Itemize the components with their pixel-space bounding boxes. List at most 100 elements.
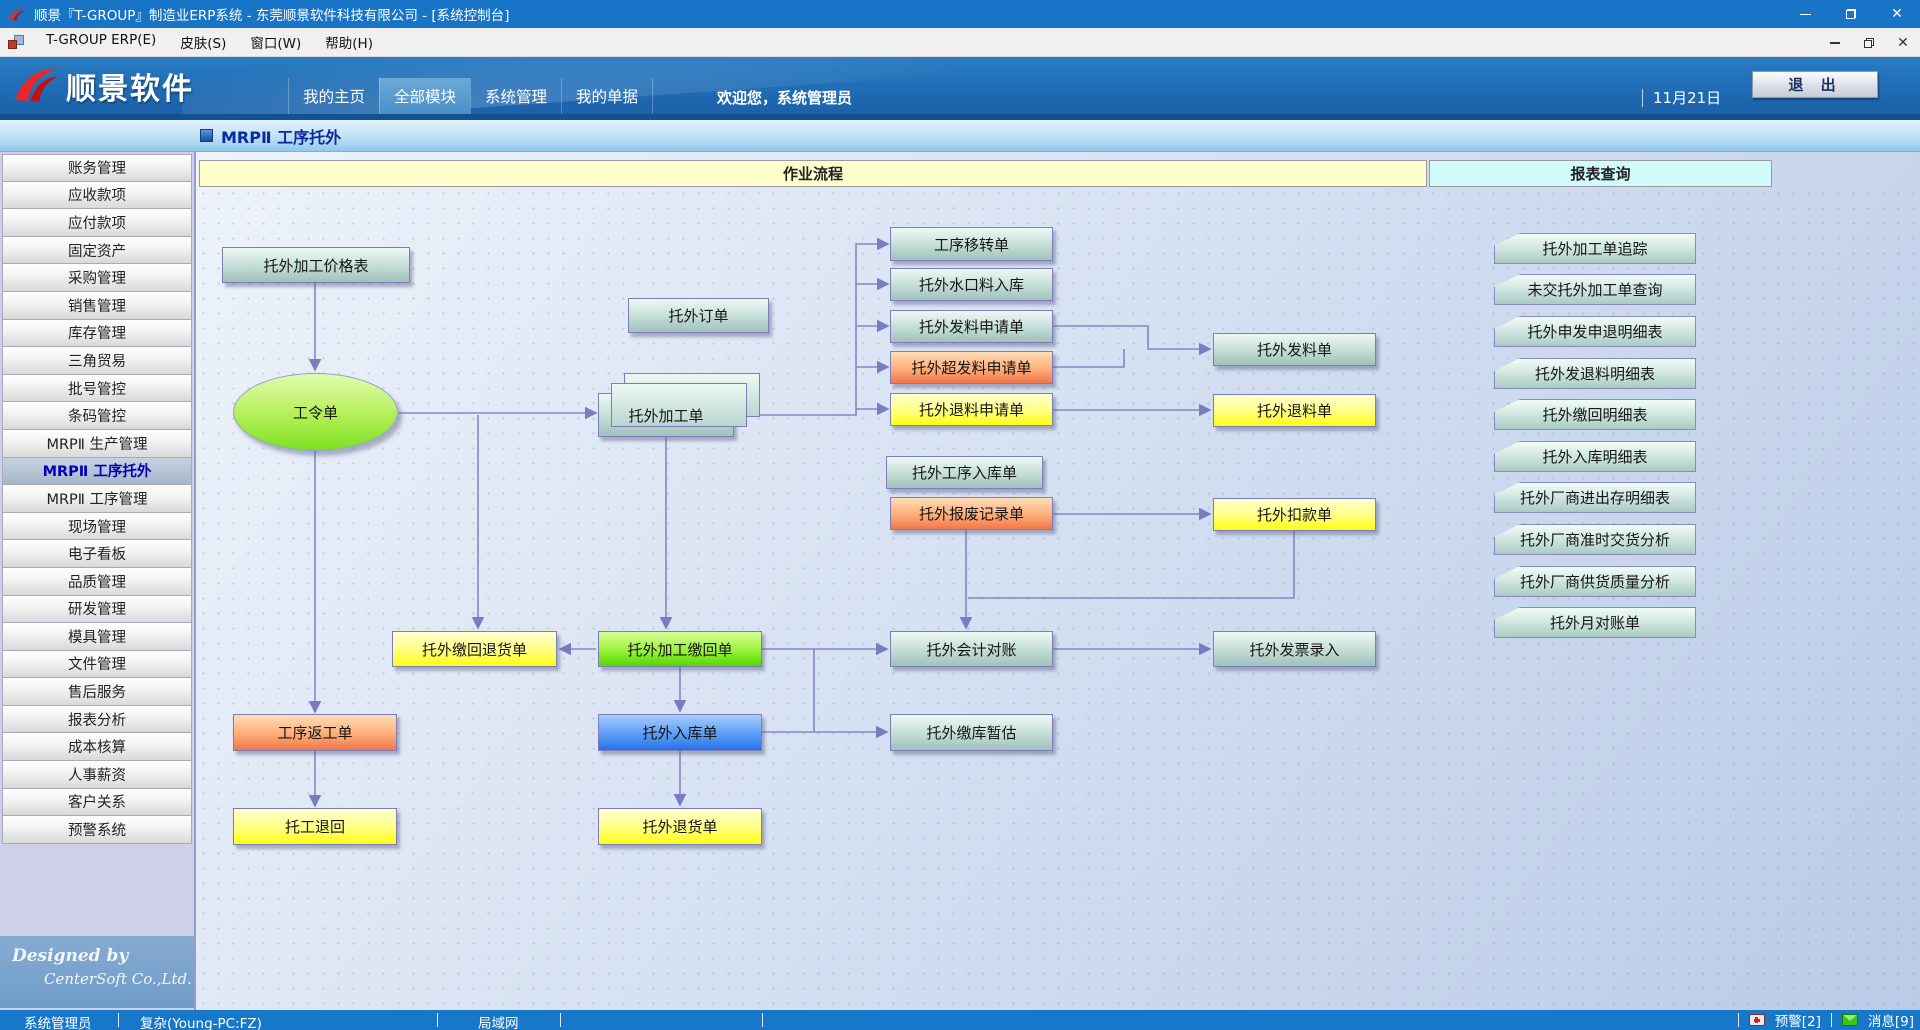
- sidebar-item[interactable]: 三角贸易: [2, 347, 192, 375]
- flow-node-overissue-apply[interactable]: 托外超发料申请单: [890, 351, 1053, 384]
- sidebar-item[interactable]: 库存管理: [2, 320, 192, 348]
- report-button[interactable]: 托外厂商进出存明细表: [1494, 482, 1696, 513]
- flow-node-rework-order[interactable]: 工序返工单: [233, 714, 397, 751]
- window-restore-button[interactable]: [1828, 0, 1874, 28]
- flow-connectors: [196, 186, 1920, 1010]
- flow-node-scrap-record[interactable]: 托外报废记录单: [890, 497, 1053, 530]
- sidebar-item[interactable]: MRPⅡ 工序管理: [2, 485, 192, 513]
- report-button[interactable]: 托外加工单追踪: [1494, 233, 1696, 264]
- sidebar-item[interactable]: MRPⅡ 工序托外: [2, 458, 192, 486]
- flow-node-work-order[interactable]: 工令单: [233, 373, 398, 451]
- sidebar-item[interactable]: 销售管理: [2, 292, 192, 320]
- flow-node-label: 托外发料单: [1257, 339, 1332, 360]
- flow-node-label: 托外加工价格表: [263, 255, 368, 276]
- report-section-header: 报表查询: [1429, 160, 1772, 187]
- sidebar-item[interactable]: 条码管控: [2, 402, 192, 430]
- flow-node-process-order[interactable]: 托外加工单: [598, 393, 734, 437]
- flow-node-stock-estimate[interactable]: 托外缴库暂估: [890, 714, 1053, 751]
- erp-application-window: 顺景『T-GROUP』制造业ERP系统 - 东莞顺景软件科技有限公司 - [系统…: [0, 0, 1920, 1030]
- flow-node-label: 托外退料单: [1257, 400, 1332, 421]
- flow-node-label: 托外加工单: [628, 405, 703, 426]
- flow-node-outsource-order[interactable]: 托外订单: [628, 298, 769, 333]
- sidebar-item[interactable]: 成本核算: [2, 733, 192, 761]
- brand-logo: 顺景软件: [10, 63, 194, 109]
- report-button[interactable]: 托外发退料明细表: [1494, 358, 1696, 389]
- sidebar-item[interactable]: 应收款项: [2, 182, 192, 210]
- flow-node-deduction-order[interactable]: 托外扣款单: [1213, 498, 1376, 531]
- flow-node-label: 托外退料申请单: [919, 399, 1024, 420]
- report-button[interactable]: 托外入库明细表: [1494, 441, 1696, 472]
- sidebar-item[interactable]: 品质管理: [2, 568, 192, 596]
- app-logo-icon: [6, 5, 26, 23]
- flow-node-account-check[interactable]: 托外会计对账: [890, 631, 1053, 667]
- exit-button[interactable]: 退 出: [1752, 71, 1878, 98]
- report-button[interactable]: 托外申发申退明细表: [1494, 316, 1696, 347]
- sidebar-item[interactable]: 账务管理: [2, 154, 192, 182]
- flow-node-return-apply[interactable]: 托外退料申请单: [890, 393, 1053, 426]
- flow-node-instock-order[interactable]: 托外入库单: [598, 714, 762, 751]
- sidebar-item[interactable]: 电子看板: [2, 540, 192, 568]
- flow-node-price-table[interactable]: 托外加工价格表: [222, 247, 410, 283]
- sidebar-item[interactable]: 批号管控: [2, 375, 192, 403]
- window-title: 顺景『T-GROUP』制造业ERP系统 - 东莞顺景软件科技有限公司 - [系统…: [34, 4, 509, 24]
- sidebar-item[interactable]: 研发管理: [2, 596, 192, 624]
- sidebar-item[interactable]: 预警系统: [2, 816, 192, 844]
- mdi-close-button[interactable]: ✕: [1894, 34, 1912, 52]
- flow-node-label: 托外超发料申请单: [911, 357, 1031, 378]
- sidebar-item[interactable]: 报表分析: [2, 706, 192, 734]
- report-button[interactable]: 托外厂商供货质量分析: [1494, 566, 1696, 597]
- flow-node-label: 工令单: [293, 402, 338, 423]
- window-close-button[interactable]: ✕: [1874, 0, 1920, 28]
- flow-node-work-return[interactable]: 托工退回: [233, 808, 397, 845]
- flow-node-proc-instock[interactable]: 托外工序入库单: [886, 456, 1043, 489]
- flow-node-invoice-entry[interactable]: 托外发票录入: [1213, 631, 1376, 667]
- flow-node-return-goods[interactable]: 托外缴回退货单: [392, 631, 557, 667]
- sidebar-item[interactable]: 文件管理: [2, 651, 192, 679]
- sidebar-item[interactable]: 现场管理: [2, 513, 192, 541]
- flow-node-label: 托外退货单: [642, 816, 717, 837]
- minimize-icon: [1830, 42, 1840, 44]
- flow-node-label: 工序移转单: [934, 234, 1009, 255]
- flow-node-issue-order[interactable]: 托外发料单: [1213, 333, 1376, 366]
- flow-node-sprue-instock[interactable]: 托外水口料入库: [890, 268, 1053, 301]
- nav-tab[interactable]: 我的单据: [561, 78, 653, 114]
- message-status[interactable]: 消息[9]: [1868, 1010, 1914, 1030]
- sidebar-item[interactable]: 人事薪资: [2, 761, 192, 789]
- brand-swoosh-icon: [10, 63, 62, 109]
- flow-node-goods-return[interactable]: 托外退货单: [598, 808, 762, 845]
- window-minimize-button[interactable]: [1782, 0, 1828, 28]
- nav-tab[interactable]: 我的主页: [288, 78, 379, 114]
- flow-node-transfer-order[interactable]: 工序移转单: [890, 227, 1053, 261]
- flow-node-delivery-back[interactable]: 托外加工缴回单: [598, 631, 762, 667]
- brand-name: 顺景软件: [66, 64, 194, 108]
- report-button[interactable]: 未交托外加工单查询: [1494, 274, 1696, 305]
- menu-item[interactable]: 皮肤(S): [168, 28, 238, 56]
- sidebar-item[interactable]: 模具管理: [2, 623, 192, 651]
- flow-node-label: 托外发票录入: [1249, 639, 1339, 660]
- flow-node-issue-apply[interactable]: 托外发料申请单: [890, 310, 1053, 343]
- sidebar-item[interactable]: 采购管理: [2, 264, 192, 292]
- report-button[interactable]: 托外月对账单: [1494, 607, 1696, 638]
- menu-item[interactable]: 窗口(W): [238, 28, 313, 56]
- nav-tab[interactable]: 系统管理: [470, 78, 561, 114]
- sidebar-item[interactable]: 固定资产: [2, 237, 192, 265]
- sidebar-item[interactable]: MRPⅡ 生产管理: [2, 430, 192, 458]
- main-content: 作业流程 报表查询 托外加工价格表工令单托外订单托外加工单工序移转单托外水口料入…: [196, 152, 1920, 1010]
- menu-items: T-GROUP ERP(E)皮肤(S)窗口(W)帮助(H): [34, 28, 385, 56]
- status-network: 局域网: [478, 1012, 519, 1030]
- close-icon: ✕: [1897, 36, 1909, 50]
- sidebar-item[interactable]: 客户关系: [2, 789, 192, 817]
- menu-item[interactable]: T-GROUP ERP(E): [34, 28, 168, 56]
- sidebar-item[interactable]: 应付款项: [2, 209, 192, 237]
- report-button[interactable]: 托外厂商准时交货分析: [1494, 524, 1696, 555]
- mdi-minimize-button[interactable]: [1826, 34, 1844, 52]
- mdi-restore-button[interactable]: [1860, 34, 1878, 52]
- alert-status[interactable]: 预警[2]: [1775, 1010, 1821, 1030]
- flow-node-return-order[interactable]: 托外退料单: [1213, 394, 1376, 427]
- nav-tab[interactable]: 全部模块: [379, 78, 470, 114]
- menu-item[interactable]: 帮助(H): [313, 28, 385, 56]
- report-button[interactable]: 托外缴回明细表: [1494, 399, 1696, 430]
- flow-node-label: 托外加工缴回单: [627, 639, 732, 660]
- page-title-bar: MRPⅡ 工序托外: [0, 120, 1920, 152]
- sidebar-item[interactable]: 售后服务: [2, 678, 192, 706]
